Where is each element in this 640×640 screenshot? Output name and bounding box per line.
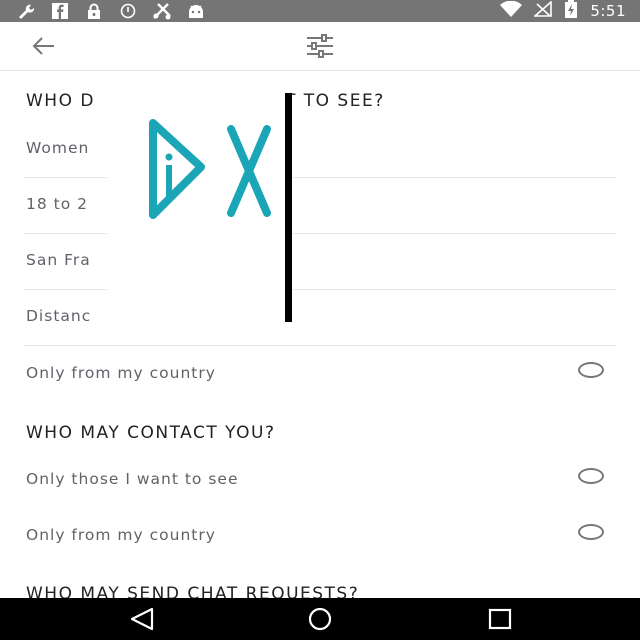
- filter-button[interactable]: [303, 32, 337, 60]
- app-bar: [0, 22, 640, 71]
- list-item-only-those-i-want-to-see[interactable]: Only those I want to see: [24, 452, 616, 508]
- arrow-back-icon: [32, 37, 54, 55]
- recents-square-icon: [488, 608, 512, 630]
- status-notification-icons: [16, 2, 206, 20]
- lock-icon: [84, 2, 104, 20]
- section-title-who-may-send-chat: WHO MAY SEND CHAT REQUESTS?: [26, 584, 360, 598]
- radio-only-from-my-country-contact[interactable]: [578, 524, 604, 540]
- status-time: 5:51: [590, 2, 626, 20]
- settings-content: WHO DT TO SEE? Women 18 to 2 San Fra Dis…: [0, 71, 640, 598]
- tune-icon: [307, 34, 333, 58]
- section-title-who-may-contact: WHO MAY CONTACT YOU?: [26, 423, 276, 443]
- radio-only-those-i-want-to-see[interactable]: [578, 468, 604, 484]
- list-item-only-from-my-country-see[interactable]: Only from my country: [24, 346, 616, 402]
- wrench-icon: [16, 2, 36, 20]
- navigation-bar: [0, 598, 640, 640]
- list-item-only-from-my-country-contact[interactable]: Only from my country: [24, 508, 616, 564]
- ad-choices-icon[interactable]: [145, 117, 209, 227]
- radio-only-from-my-country-see[interactable]: [578, 362, 604, 378]
- scissors-icon: [152, 2, 172, 20]
- ad-banner[interactable]: [107, 93, 292, 322]
- status-bar: 5:51: [0, 0, 640, 22]
- nav-home-button[interactable]: [300, 606, 340, 632]
- home-circle-icon: [308, 607, 332, 631]
- alarm-icon: [118, 2, 138, 20]
- close-x-icon[interactable]: [225, 125, 273, 217]
- facebook-icon: [50, 2, 70, 20]
- status-system-icons: 5:51: [500, 0, 626, 22]
- no-signal-icon: [533, 0, 553, 21]
- back-button[interactable]: [28, 34, 60, 58]
- android-icon: [186, 2, 206, 20]
- battery-charging-icon: [564, 0, 578, 22]
- wifi-icon: [500, 0, 523, 21]
- nav-recents-button[interactable]: [480, 606, 520, 632]
- nav-back-button[interactable]: [122, 606, 162, 632]
- ad-divider: [285, 93, 292, 322]
- back-triangle-icon: [130, 607, 154, 631]
